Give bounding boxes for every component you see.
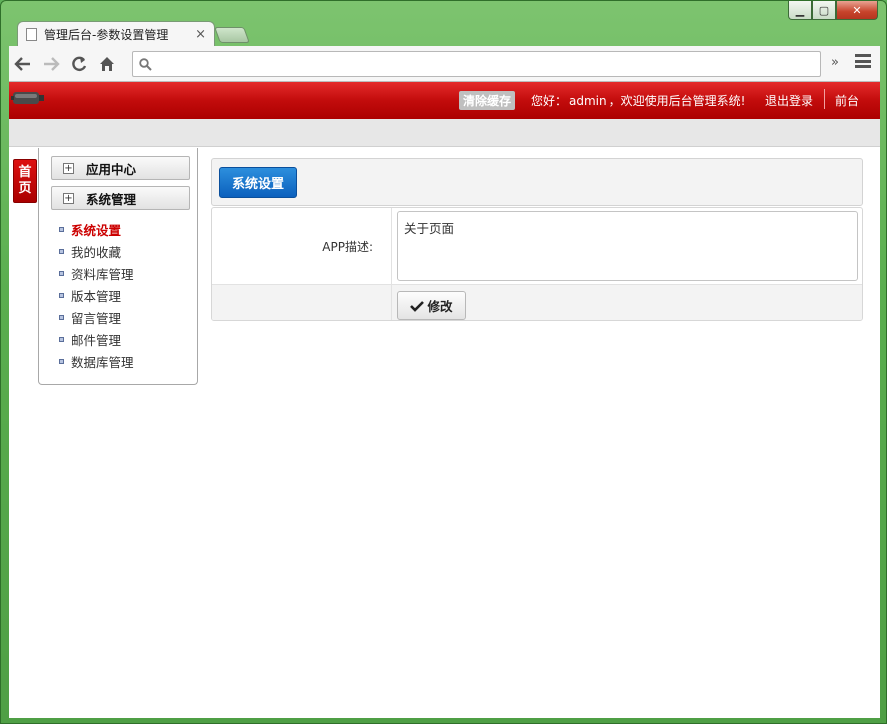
system-settings-button[interactable]: 系统设置: [219, 167, 297, 198]
sidebar-menu: 系统设置 我的收藏 资料库管理 版本管理 留言管理 邮件管理 数据库管理: [59, 218, 134, 372]
forward-arrow-icon[interactable]: [37, 50, 65, 78]
sidebar-item-mail[interactable]: 邮件管理: [59, 328, 134, 350]
sidebar-item-label: 数据库管理: [71, 354, 134, 370]
sidebar-item-versions[interactable]: 版本管理: [59, 284, 134, 306]
sidebar-item-database[interactable]: 数据库管理: [59, 350, 134, 372]
back-arrow-icon[interactable]: [9, 50, 37, 78]
browser-toolbar: »: [9, 46, 880, 82]
sidebar-item-label: 系统设置: [71, 222, 122, 238]
home-tab-char-1: 首: [18, 165, 32, 180]
sidebar-item-label: 留言管理: [71, 310, 122, 326]
web-page: 清除缓存 您好： admin ，欢迎使用后台管理系统! 退出登录 前台 首 页 + …: [9, 82, 880, 718]
logo-icon: [11, 92, 44, 104]
content-toolbar: 系统设置: [211, 158, 863, 206]
window-controls: ▁ ▢ ✕: [788, 1, 878, 20]
address-bar[interactable]: [132, 51, 821, 77]
sidebar-item-label: 我的收藏: [71, 244, 122, 260]
bullet-icon: [59, 314, 64, 320]
app-description-textarea[interactable]: 关于页面: [397, 211, 858, 281]
modify-button[interactable]: 修改: [397, 291, 466, 320]
form-row-actions: 修改: [212, 284, 862, 320]
welcome-prefix: 您好：: [531, 94, 568, 108]
close-window-button[interactable]: ✕: [836, 1, 878, 20]
site-header: 清除缓存 您好： admin ，欢迎使用后台管理系统! 退出登录 前台: [9, 82, 880, 119]
header-divider: [824, 89, 825, 109]
tab-title: 管理后台-参数设置管理: [44, 28, 169, 42]
sidebar-item-label: 邮件管理: [71, 332, 122, 348]
check-icon: [410, 300, 425, 312]
field-label: APP描述:: [212, 208, 392, 284]
sub-header-bar: [9, 119, 880, 147]
action-cell: 修改: [392, 285, 862, 320]
reload-icon[interactable]: [65, 50, 93, 78]
sidebar-item-system-settings[interactable]: 系统设置: [59, 218, 134, 240]
document-icon: [26, 28, 37, 41]
minimize-button[interactable]: ▁: [788, 1, 812, 20]
empty-label-cell: [212, 285, 392, 320]
sidebar-item-messages[interactable]: 留言管理: [59, 306, 134, 328]
sidebar-item-favorites[interactable]: 我的收藏: [59, 240, 134, 262]
username: admin: [569, 94, 607, 108]
bullet-icon: [59, 270, 64, 276]
home-tab-char-2: 页: [18, 181, 32, 196]
sidebar: + 应用中心 + 系统管理 系统设置 我的收藏 资料库管理 版本管理 留言管理 …: [38, 148, 198, 385]
home-tab[interactable]: 首 页: [13, 159, 37, 203]
home-icon[interactable]: [93, 50, 121, 78]
logout-link[interactable]: 退出登录: [765, 92, 813, 109]
settings-form: APP描述: 关于页面 修改: [211, 207, 863, 321]
field-value-cell: 关于页面: [392, 208, 862, 284]
form-row-app-description: APP描述: 关于页面: [212, 208, 862, 284]
browser-tab[interactable]: 管理后台-参数设置管理 ×: [17, 21, 215, 47]
sidebar-item-label: 资料库管理: [71, 266, 134, 282]
bullet-icon: [59, 248, 64, 254]
bookmarks-overflow-button[interactable]: »: [831, 55, 839, 70]
bullet-icon: [59, 292, 64, 298]
welcome-suffix: ，欢迎使用后台管理系统!: [608, 94, 746, 108]
tab-close-icon[interactable]: ×: [195, 27, 206, 42]
hamburger-menu-icon[interactable]: [855, 54, 871, 68]
expand-plus-icon: +: [63, 192, 74, 204]
sidebar-group-label: 应用中心: [86, 161, 137, 177]
bullet-icon: [59, 358, 64, 364]
main-content: 系统设置 APP描述: 关于页面 修改: [211, 158, 863, 321]
sidebar-group-app-center[interactable]: + 应用中心: [51, 156, 190, 180]
welcome-message: 您好： admin ，欢迎使用后台管理系统!: [531, 92, 745, 109]
clear-cache-button[interactable]: 清除缓存: [459, 91, 516, 110]
sidebar-item-label: 版本管理: [71, 288, 122, 304]
modify-button-label: 修改: [427, 299, 453, 314]
front-page-link[interactable]: 前台: [835, 92, 859, 109]
sidebar-group-system[interactable]: + 系统管理: [51, 186, 190, 210]
new-tab-button[interactable]: [214, 27, 250, 43]
expand-plus-icon: +: [63, 162, 74, 174]
browser-window: ▁ ▢ ✕ 管理后台-参数设置管理 × » 清除缓存 您好： admin ，欢迎…: [0, 0, 887, 724]
bullet-icon: [59, 226, 64, 232]
maximize-button[interactable]: ▢: [812, 1, 836, 20]
sidebar-group-label: 系统管理: [86, 191, 137, 207]
search-icon: [139, 57, 152, 71]
sidebar-item-library[interactable]: 资料库管理: [59, 262, 134, 284]
tab-strip: 管理后台-参数设置管理 ×: [9, 19, 869, 47]
bullet-icon: [59, 336, 64, 342]
